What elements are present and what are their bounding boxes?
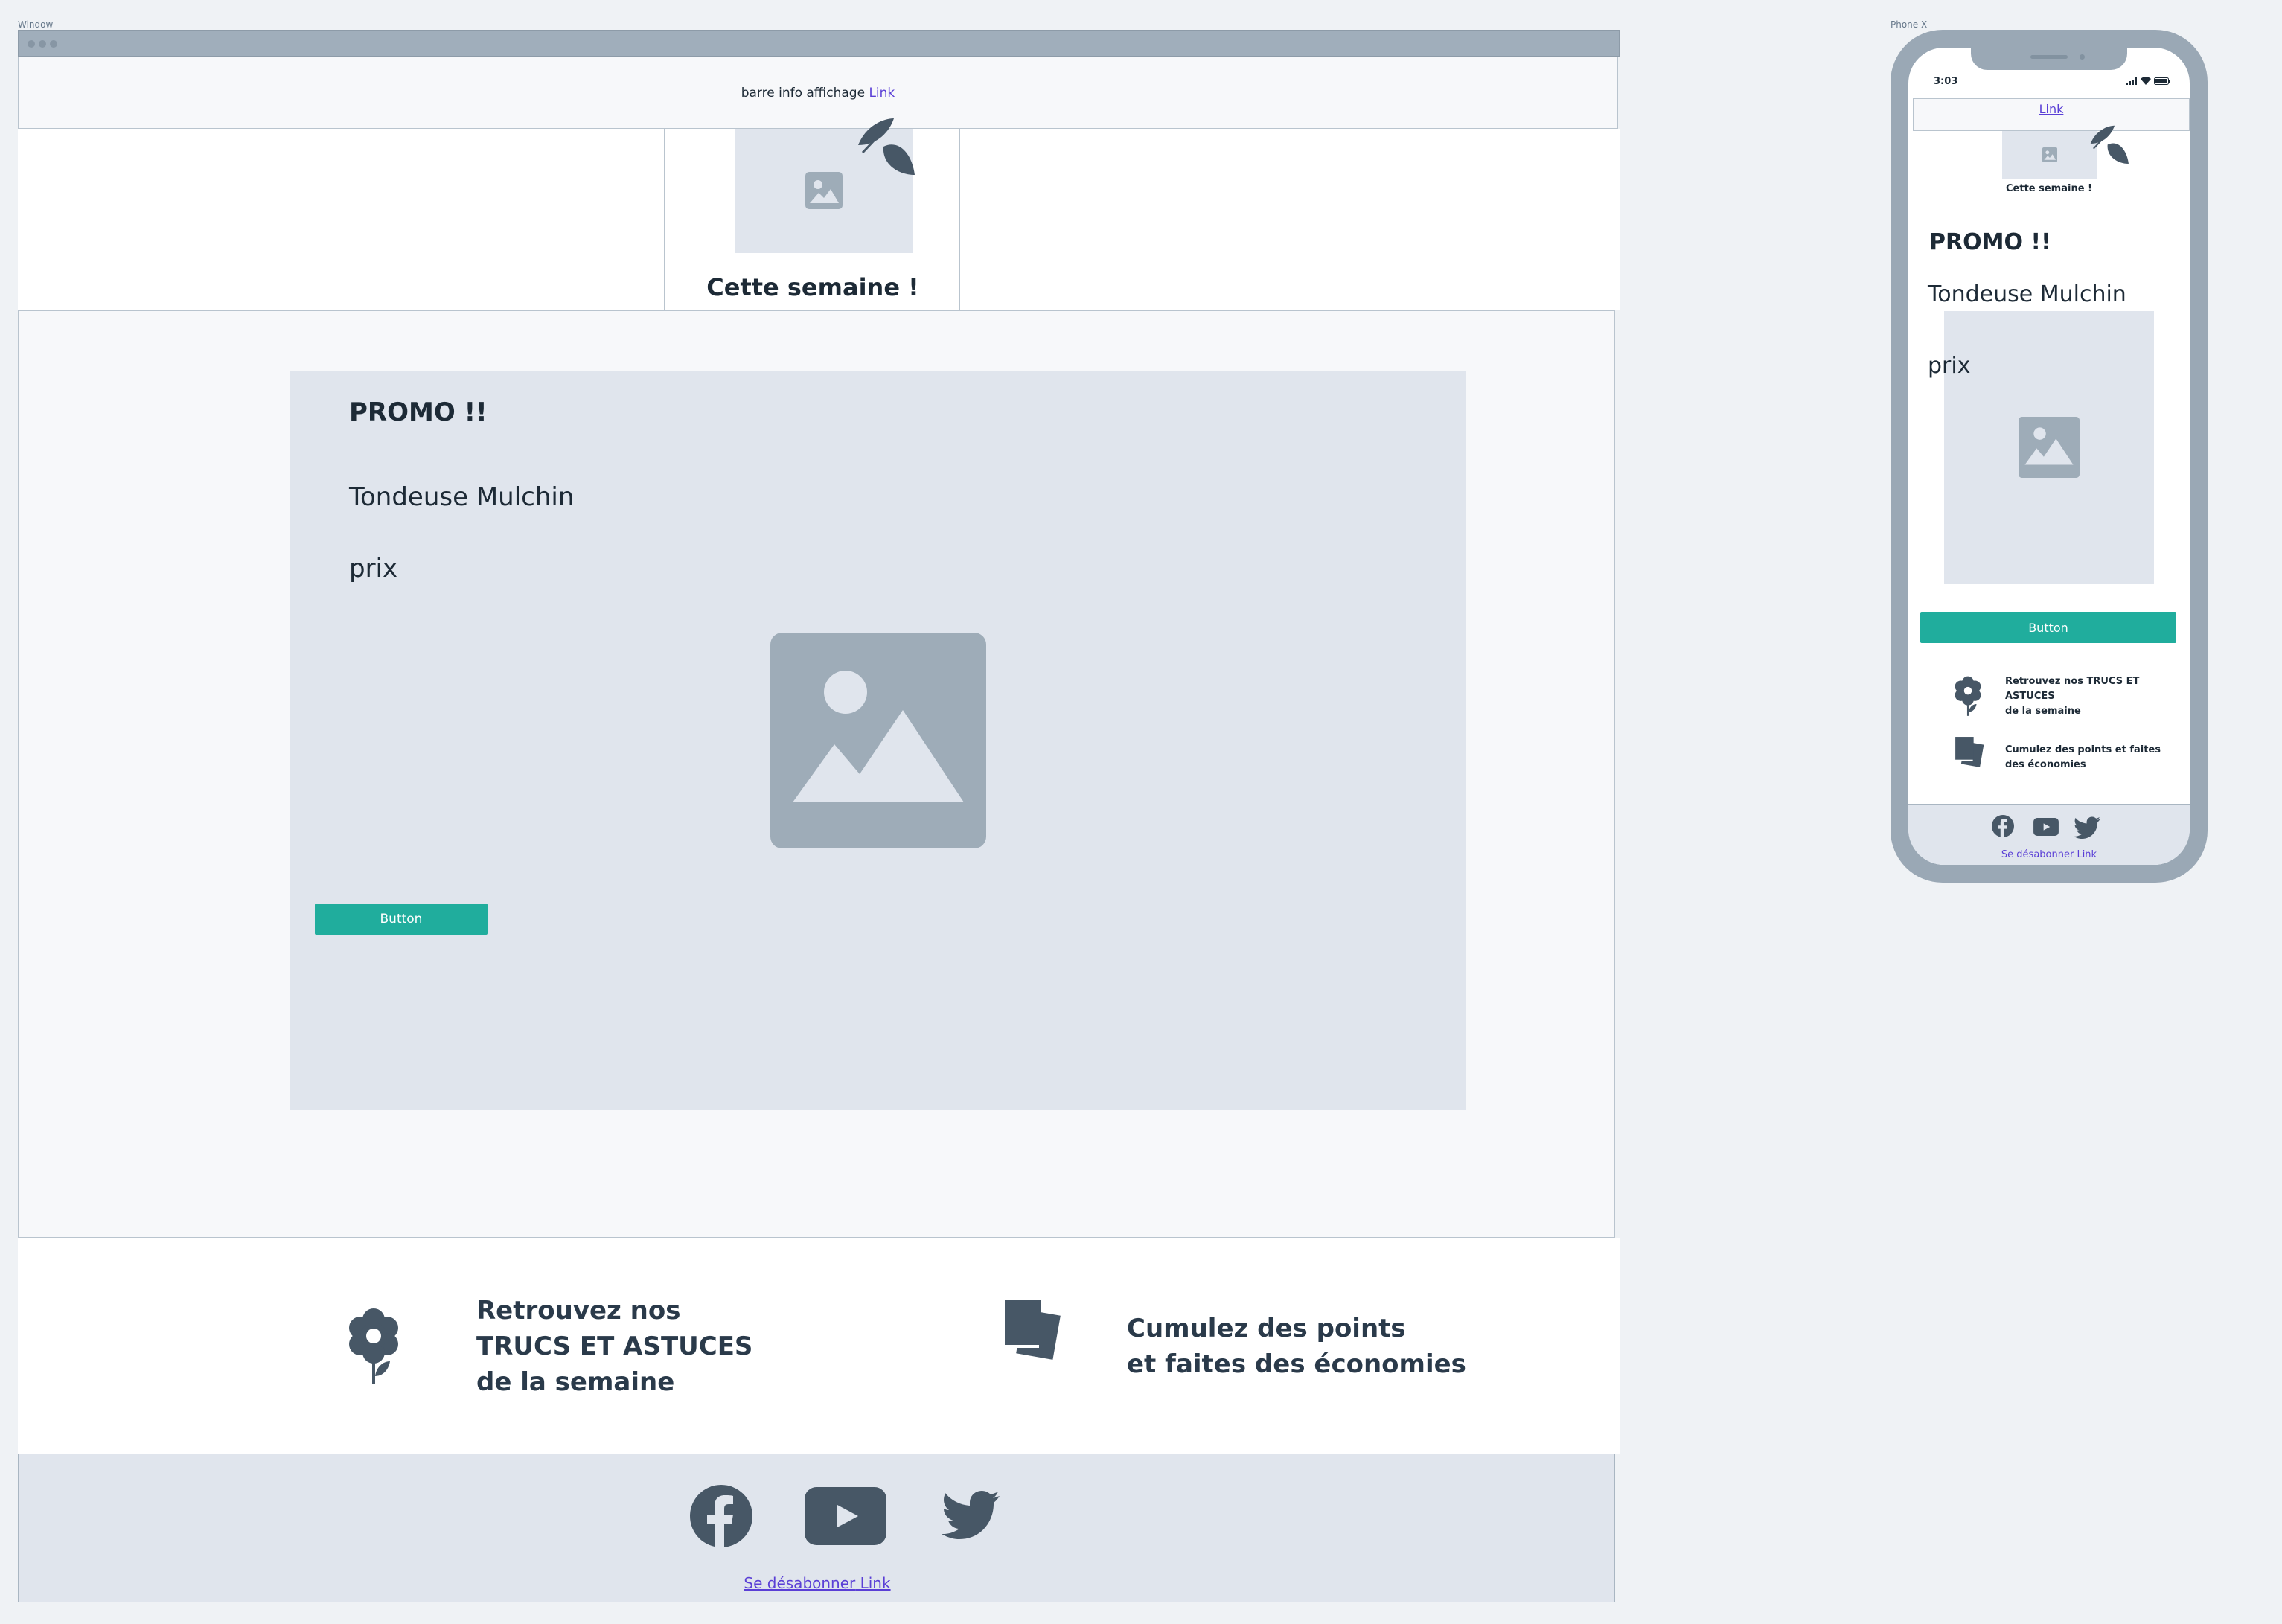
- mobile-hero-image-placeholder: [2002, 131, 2097, 179]
- mobile-promo-button[interactable]: Button: [1920, 612, 2176, 643]
- image-placeholder-icon: [770, 633, 986, 848]
- mobile-hero: Cette semaine !: [1908, 125, 2190, 199]
- hero-column: Cette semaine !: [664, 118, 960, 310]
- leaf-icon: [2090, 125, 2129, 164]
- status-time: 3:03: [1934, 76, 1958, 87]
- promo-product-name: Tondeuse Mulchin: [349, 482, 575, 512]
- unsubscribe-link-text: Link: [860, 1574, 891, 1592]
- phone-frame-label: Phone X: [1891, 19, 1928, 30]
- unsubscribe-text: Se désabonner: [744, 1574, 856, 1592]
- tips-line-3: de la semaine: [476, 1367, 675, 1397]
- flower-icon: [1955, 676, 1981, 716]
- image-placeholder-icon: [2019, 417, 2080, 478]
- info-bar-link[interactable]: Link: [869, 86, 895, 100]
- leaf-icon: [858, 118, 915, 175]
- promo-card: PROMO !! Tondeuse Mulchin prix Button: [290, 371, 1466, 1110]
- phone-notch: [1971, 48, 2127, 70]
- twitter-icon[interactable]: [2074, 816, 2100, 839]
- promo-button[interactable]: Button: [315, 904, 488, 935]
- promo-heading: PROMO !!: [349, 397, 488, 427]
- mobile-hero-title: Cette semaine !: [2006, 183, 2092, 194]
- mobile-tips-line-1: Retrouvez nos TRUCS ET ASTUCES: [2005, 676, 2140, 702]
- tips-line-2: TRUCS ET ASTUCES: [476, 1332, 753, 1361]
- mobile-tips-line-2: de la semaine: [2005, 706, 2081, 717]
- mobile-tips-text: Retrouvez nos TRUCS ET ASTUCES de la sem…: [2005, 674, 2190, 719]
- window-titlebar: [18, 30, 1620, 57]
- tips-text: Retrouvez nos TRUCS ET ASTUCES de la sem…: [476, 1293, 752, 1400]
- features-section: Retrouvez nos TRUCS ET ASTUCES de la sem…: [18, 1238, 1620, 1454]
- phone-speaker: [2030, 55, 2068, 59]
- mobile-footer: Se désabonner Link: [1908, 804, 2190, 865]
- signal-icon: [2126, 77, 2137, 85]
- tips-line-1: Retrouvez nos: [476, 1296, 681, 1326]
- points-text: Cumulez des points et faites des économi…: [1127, 1311, 1466, 1382]
- battery-icon: [2154, 77, 2170, 85]
- youtube-icon[interactable]: [2033, 818, 2059, 836]
- facebook-icon[interactable]: [690, 1485, 752, 1547]
- cards-icon: [1002, 1300, 1061, 1360]
- cards-icon: [1954, 737, 1984, 767]
- flower-icon: [349, 1308, 398, 1384]
- promo-section: PROMO !! Tondeuse Mulchin prix Button: [18, 310, 1615, 1238]
- mobile-promo-heading: PROMO !!: [1929, 229, 2051, 255]
- image-placeholder-icon: [805, 172, 843, 209]
- youtube-icon[interactable]: [805, 1487, 886, 1545]
- info-bar: barre info affichage Link: [18, 57, 1618, 129]
- info-bar-text: barre info affichage: [741, 85, 866, 100]
- facebook-icon[interactable]: [1992, 815, 2014, 837]
- mobile-promo-price: prix: [1928, 353, 1971, 379]
- phone-screen: 3:03 Link Cette semaine ! PROMO !! Tonde…: [1908, 48, 2190, 865]
- unsubscribe-link[interactable]: Se désabonner Link: [744, 1574, 890, 1592]
- mobile-promo-card: [1944, 311, 2154, 584]
- twitter-icon[interactable]: [942, 1490, 1000, 1539]
- hero-title: Cette semaine !: [706, 273, 919, 301]
- promo-price: prix: [349, 554, 398, 584]
- wifi-icon: [2141, 77, 2151, 85]
- window-dot-close[interactable]: [28, 40, 35, 48]
- unsubscribe-line: Se désabonner Link: [19, 1574, 1616, 1592]
- mobile-points-text: Cumulez des points et faites des économi…: [2005, 743, 2161, 773]
- mobile-points-line-1: Cumulez des points et faites: [2005, 744, 2161, 755]
- mobile-info-bar: Link: [1913, 98, 2190, 131]
- window-dot-minimize[interactable]: [39, 40, 46, 48]
- desktop-window: barre info affichage Link Cette semaine …: [18, 30, 1620, 1606]
- mobile-promo-product: Tondeuse Mulchin: [1928, 281, 2126, 307]
- image-placeholder-icon: [2042, 147, 2057, 162]
- window-frame-label: Window: [18, 19, 54, 30]
- mobile-info-link[interactable]: Link: [2039, 102, 2064, 116]
- mobile-points-line-2: des économies: [2005, 759, 2086, 770]
- footer-section: Se désabonner Link: [18, 1454, 1615, 1602]
- window-dot-maximize[interactable]: [50, 40, 57, 48]
- points-line-1: Cumulez des points: [1127, 1314, 1406, 1343]
- phone-camera: [2080, 54, 2085, 60]
- points-line-2: et faites des économies: [1127, 1349, 1466, 1379]
- mobile-unsubscribe-link[interactable]: Se désabonner Link: [1908, 849, 2190, 860]
- phone-device: 3:03 Link Cette semaine ! PROMO !! Tonde…: [1891, 30, 2208, 883]
- hero-section: Cette semaine !: [18, 118, 1620, 310]
